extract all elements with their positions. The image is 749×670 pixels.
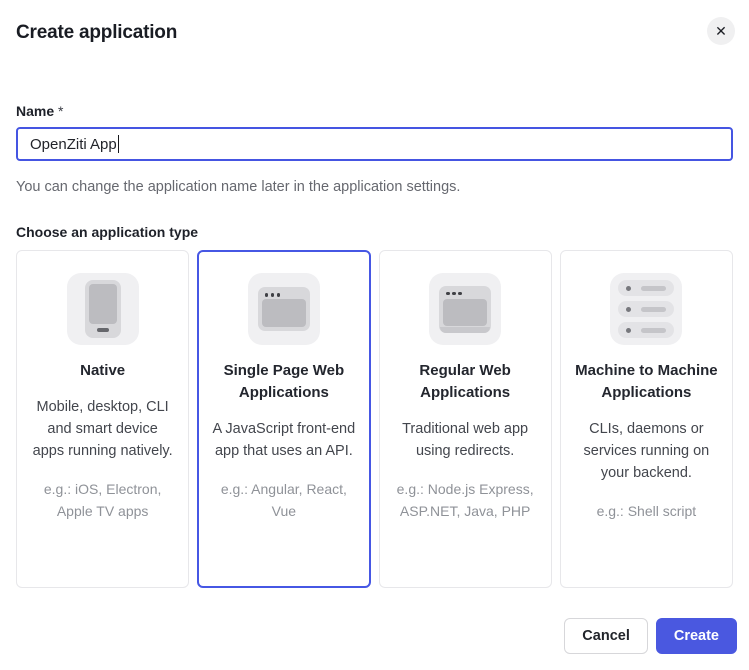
card-description: Traditional web app using redirects.: [393, 418, 538, 462]
card-description: A JavaScript front-end app that uses an …: [211, 418, 356, 462]
text-caret: [118, 135, 120, 153]
card-example: e.g.: Angular, React, Vue: [211, 478, 356, 522]
card-title: Native: [80, 360, 125, 382]
close-button[interactable]: ✕: [707, 17, 735, 45]
required-marker: *: [58, 103, 63, 119]
name-section: Name * OpenZiti App You can change the a…: [0, 103, 749, 197]
card-regular-web[interactable]: Regular Web Applications Traditional web…: [379, 250, 552, 588]
create-button[interactable]: Create: [656, 618, 737, 654]
mobile-device-icon: [67, 273, 139, 345]
choose-type-label: Choose an application type: [0, 224, 749, 241]
name-input[interactable]: OpenZiti App: [16, 127, 733, 161]
card-description: Mobile, desktop, CLI and smart device ap…: [30, 396, 175, 462]
cancel-button[interactable]: Cancel: [564, 618, 648, 654]
dialog-header: Create application ✕: [0, 0, 749, 46]
close-icon: ✕: [715, 24, 727, 38]
server-stack-icon: [610, 273, 682, 345]
card-description: CLIs, daemons or services running on you…: [574, 418, 719, 484]
card-title: Single Page Web Applications: [211, 360, 356, 404]
card-example: e.g.: Shell script: [597, 500, 697, 522]
card-example: e.g.: Node.js Express, ASP.NET, Java, PH…: [393, 478, 538, 522]
browser-window-icon: [248, 273, 320, 345]
application-type-cards: Native Mobile, desktop, CLI and smart de…: [16, 250, 733, 588]
card-title: Machine to Machine Applications: [574, 360, 719, 404]
card-single-page-web[interactable]: Single Page Web Applications A JavaScrip…: [197, 250, 370, 588]
name-helper-text: You can change the application name late…: [16, 177, 733, 197]
card-title: Regular Web Applications: [393, 360, 538, 404]
card-example: e.g.: iOS, Electron, Apple TV apps: [30, 478, 175, 522]
name-input-value: OpenZiti App: [30, 136, 117, 153]
name-label: Name *: [16, 103, 733, 120]
name-label-text: Name: [16, 103, 54, 119]
card-machine-to-machine[interactable]: Machine to Machine Applications CLIs, da…: [560, 250, 733, 588]
card-native[interactable]: Native Mobile, desktop, CLI and smart de…: [16, 250, 189, 588]
dialog-title: Create application: [16, 20, 733, 46]
dialog-footer: Cancel Create: [564, 618, 737, 654]
create-application-dialog: Create application ✕ Name * OpenZiti App…: [0, 0, 749, 670]
web-app-window-icon: [429, 273, 501, 345]
